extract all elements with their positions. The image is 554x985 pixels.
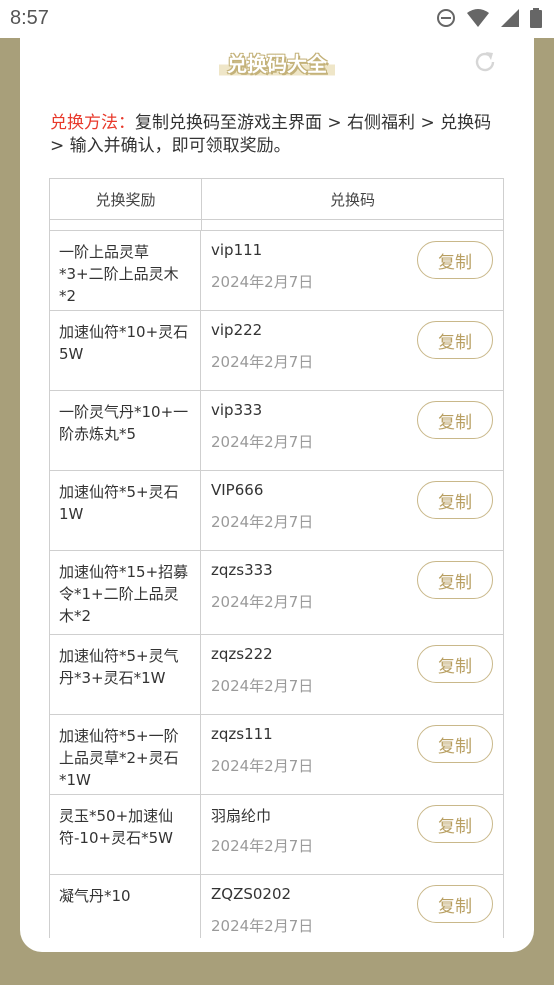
redeem-instructions: 兑换方法：复制兑换码至游戏主界面 > 右侧福利 > 兑换码 > 输入并确认，即可… — [50, 112, 510, 158]
header-reward: 兑换奖励 — [50, 179, 202, 219]
reward-cell: 一阶灵气丹*10+一阶赤炼丸*5 — [50, 391, 201, 470]
table-row: 加速仙符*5+灵石1W VIP666 2024年2月7日 复制 — [50, 471, 503, 551]
copy-button[interactable]: 复制 — [417, 725, 493, 763]
table-row: 加速仙符*15+招募令*1+二阶上品灵木*2 zqzs333 2024年2月7日… — [50, 551, 503, 635]
date-cell: 2024年2月7日 — [211, 757, 314, 775]
code-cell: ZQZS0202 — [211, 885, 292, 903]
date-cell: 2024年2月7日 — [211, 593, 314, 611]
do-not-disturb-icon — [437, 9, 455, 27]
spacer-divider — [201, 220, 202, 230]
wifi-icon — [467, 9, 489, 27]
status-time: 8:57 — [10, 7, 49, 29]
code-cell: 羽扇纶巾 — [211, 807, 272, 825]
code-cell: vip333 — [211, 401, 263, 419]
table-row: 一阶上品灵草*3+二阶上品灵木*2 vip111 2024年2月7日 复制 — [50, 231, 503, 311]
redeem-table: 兑换奖励 兑换码 一阶上品灵草*3+二阶上品灵木*2 vip111 2024年2… — [49, 178, 504, 938]
page-title: 兑换码大全 — [219, 44, 335, 81]
copy-button[interactable]: 复制 — [417, 561, 493, 599]
instructions-label: 兑换方法： — [50, 113, 135, 133]
code-cell: vip111 — [211, 241, 263, 259]
refresh-icon[interactable] — [472, 49, 498, 75]
redeem-code-panel: 兑换码大全 兑换方法：复制兑换码至游戏主界面 > 右侧福利 > 兑换码 > 输入… — [20, 30, 534, 952]
copy-button[interactable]: 复制 — [417, 481, 493, 519]
table-row: 加速仙符*5+一阶上品灵草*2+灵石*1W zqzs111 2024年2月7日 … — [50, 715, 503, 795]
reward-cell: 加速仙符*15+招募令*1+二阶上品灵木*2 — [50, 551, 201, 634]
table-row: 灵玉*50+加速仙符-10+灵石*5W 羽扇纶巾 2024年2月7日 复制 — [50, 795, 503, 875]
copy-button[interactable]: 复制 — [417, 401, 493, 439]
copy-button[interactable]: 复制 — [417, 241, 493, 279]
reward-cell: 加速仙符*10+灵石5W — [50, 311, 201, 390]
date-cell: 2024年2月7日 — [211, 433, 314, 451]
table-spacer-row — [50, 220, 503, 231]
reward-cell: 加速仙符*5+灵气丹*3+灵石*1W — [50, 635, 201, 714]
reward-cell: 加速仙符*5+灵石1W — [50, 471, 201, 550]
date-cell: 2024年2月7日 — [211, 273, 314, 291]
copy-button[interactable]: 复制 — [417, 645, 493, 683]
reward-cell: 灵玉*50+加速仙符-10+灵石*5W — [50, 795, 201, 874]
date-cell: 2024年2月7日 — [211, 837, 314, 855]
table-header: 兑换奖励 兑换码 — [50, 179, 503, 220]
table-row: 加速仙符*5+灵气丹*3+灵石*1W zqzs222 2024年2月7日 复制 — [50, 635, 503, 715]
header-code: 兑换码 — [329, 190, 375, 209]
date-cell: 2024年2月7日 — [211, 917, 314, 935]
code-cell: zqzs333 — [211, 561, 273, 579]
copy-button[interactable]: 复制 — [417, 885, 493, 923]
reward-cell: 加速仙符*5+一阶上品灵草*2+灵石*1W — [50, 715, 201, 794]
signal-icon — [501, 9, 519, 27]
reward-cell: 一阶上品灵草*3+二阶上品灵木*2 — [50, 231, 201, 310]
title-wrap: 兑换码大全 — [20, 44, 534, 81]
status-icons — [436, 8, 542, 28]
table-row: 凝气丹*10 ZQZS0202 2024年2月7日 复制 — [50, 875, 503, 938]
code-cell: zqzs111 — [211, 725, 273, 743]
reward-cell: 凝气丹*10 — [50, 875, 201, 938]
table-row: 一阶灵气丹*10+一阶赤炼丸*5 vip333 2024年2月7日 复制 — [50, 391, 503, 471]
date-cell: 2024年2月7日 — [211, 513, 314, 531]
date-cell: 2024年2月7日 — [211, 353, 314, 371]
code-cell: zqzs222 — [211, 645, 273, 663]
copy-button[interactable]: 复制 — [417, 805, 493, 843]
code-cell: vip222 — [211, 321, 263, 339]
date-cell: 2024年2月7日 — [211, 677, 314, 695]
code-cell: VIP666 — [211, 481, 264, 499]
battery-icon — [530, 8, 542, 28]
copy-button[interactable]: 复制 — [417, 321, 493, 359]
table-row: 加速仙符*10+灵石5W vip222 2024年2月7日 复制 — [50, 311, 503, 391]
